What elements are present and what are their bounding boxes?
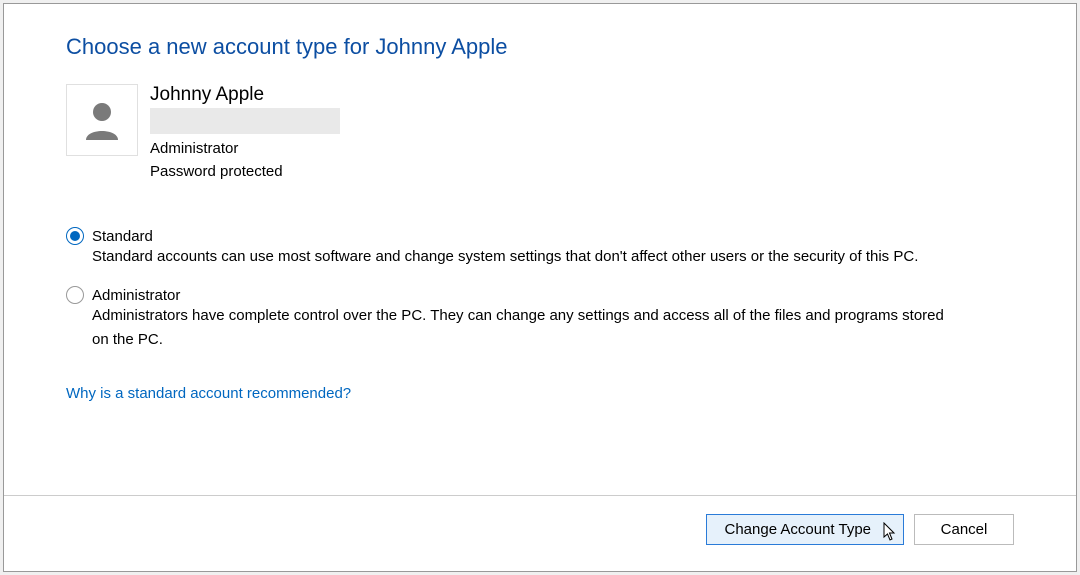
user-meta: Johnny Apple Administrator Password prot… xyxy=(150,84,340,183)
avatar xyxy=(66,84,138,156)
option-standard-label: Standard xyxy=(92,228,153,245)
option-administrator-desc: Administrators have complete control ove… xyxy=(92,304,962,351)
cancel-button[interactable]: Cancel xyxy=(914,514,1014,545)
user-password-status: Password protected xyxy=(150,161,340,184)
page-title: Choose a new account type for Johnny App… xyxy=(66,34,1014,60)
footer: Change Account Type Cancel xyxy=(4,495,1076,571)
option-standard-desc: Standard accounts can use most software … xyxy=(92,245,962,268)
dialog-window: Choose a new account type for Johnny App… xyxy=(3,3,1077,572)
option-administrator[interactable]: Administrator Administrators have comple… xyxy=(66,286,1014,351)
change-button-label: Change Account Type xyxy=(725,521,872,538)
cancel-button-label: Cancel xyxy=(941,521,988,538)
radio-standard[interactable] xyxy=(66,227,84,245)
content-area: Choose a new account type for Johnny App… xyxy=(4,4,1076,495)
user-icon xyxy=(80,98,124,142)
cursor-icon xyxy=(883,522,897,546)
user-role: Administrator xyxy=(150,138,340,161)
user-email-redacted xyxy=(150,108,340,134)
option-standard[interactable]: Standard Standard accounts can use most … xyxy=(66,227,1014,268)
user-name: Johnny Apple xyxy=(150,84,340,106)
user-info: Johnny Apple Administrator Password prot… xyxy=(66,84,1014,183)
change-account-type-button[interactable]: Change Account Type xyxy=(706,514,905,545)
option-administrator-label: Administrator xyxy=(92,287,180,304)
help-link[interactable]: Why is a standard account recommended? xyxy=(66,385,351,402)
radio-administrator[interactable] xyxy=(66,286,84,304)
